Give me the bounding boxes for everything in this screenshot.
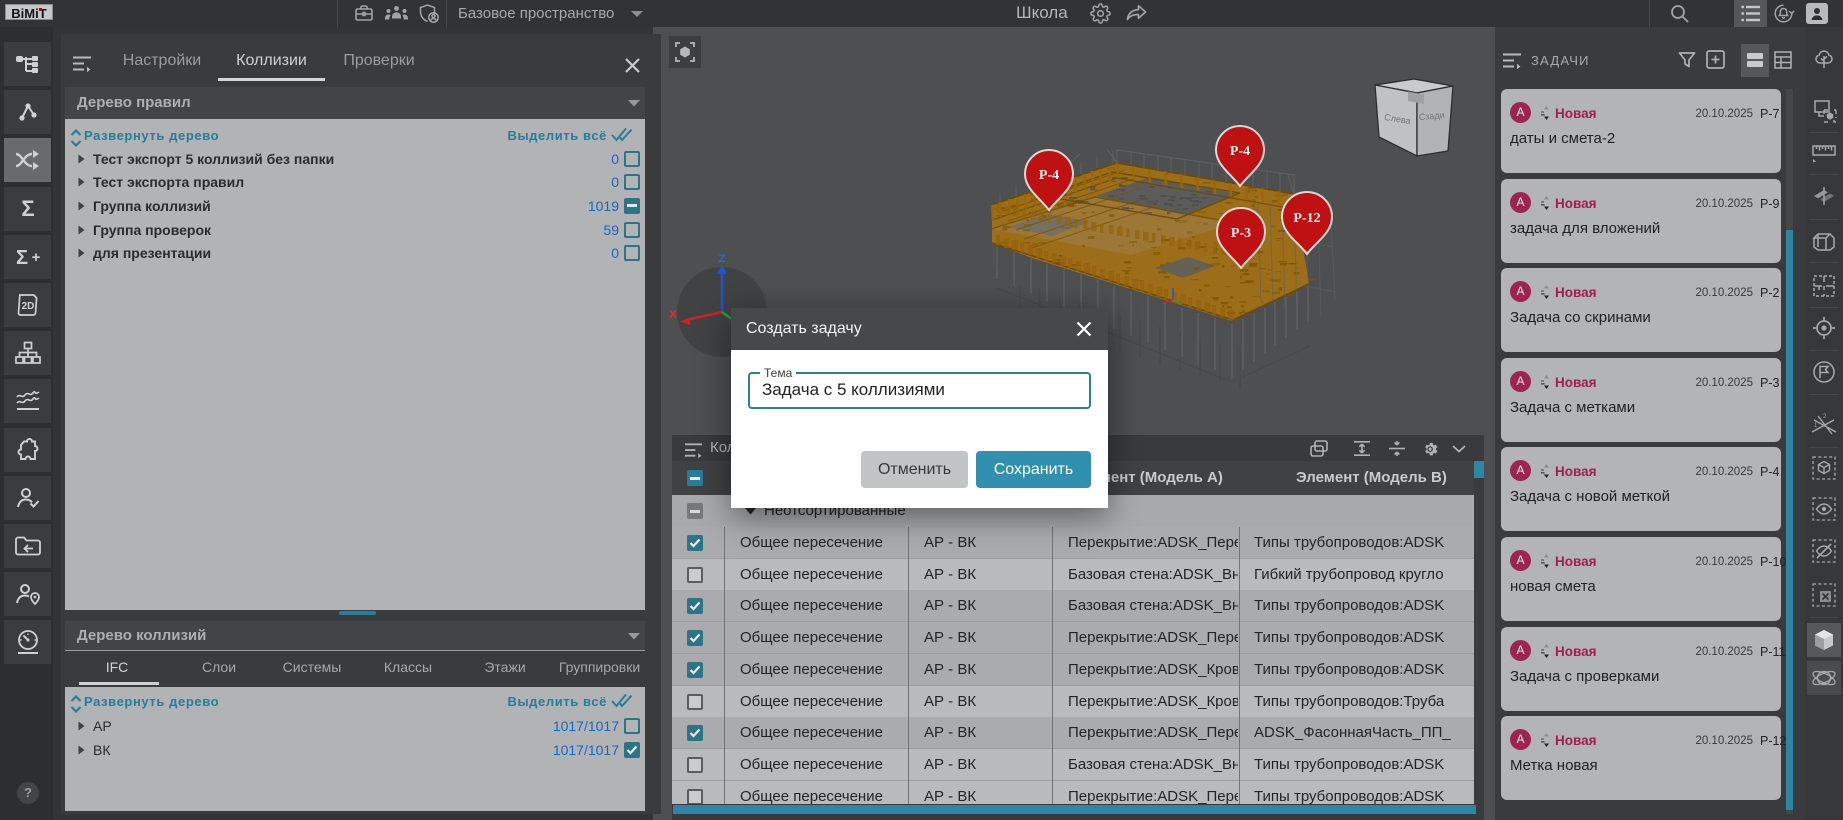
svg-text:X: X — [669, 309, 677, 321]
svg-text:Р-3: Р-3 — [1231, 226, 1251, 241]
svg-text:+: + — [31, 249, 40, 266]
svg-text:Р-4: Р-4 — [1230, 144, 1250, 159]
svg-text:Z: Z — [719, 253, 726, 265]
svg-text:Σ: Σ — [15, 247, 27, 269]
svg-text:Р-4: Р-4 — [1039, 168, 1059, 183]
svg-text:2: 2 — [1823, 414, 1827, 420]
svg-text:Σ: Σ — [21, 196, 34, 221]
svg-text:2D: 2D — [21, 301, 34, 312]
svg-text:1: 1 — [1814, 423, 1818, 429]
svg-text:Р-12: Р-12 — [1293, 211, 1320, 226]
